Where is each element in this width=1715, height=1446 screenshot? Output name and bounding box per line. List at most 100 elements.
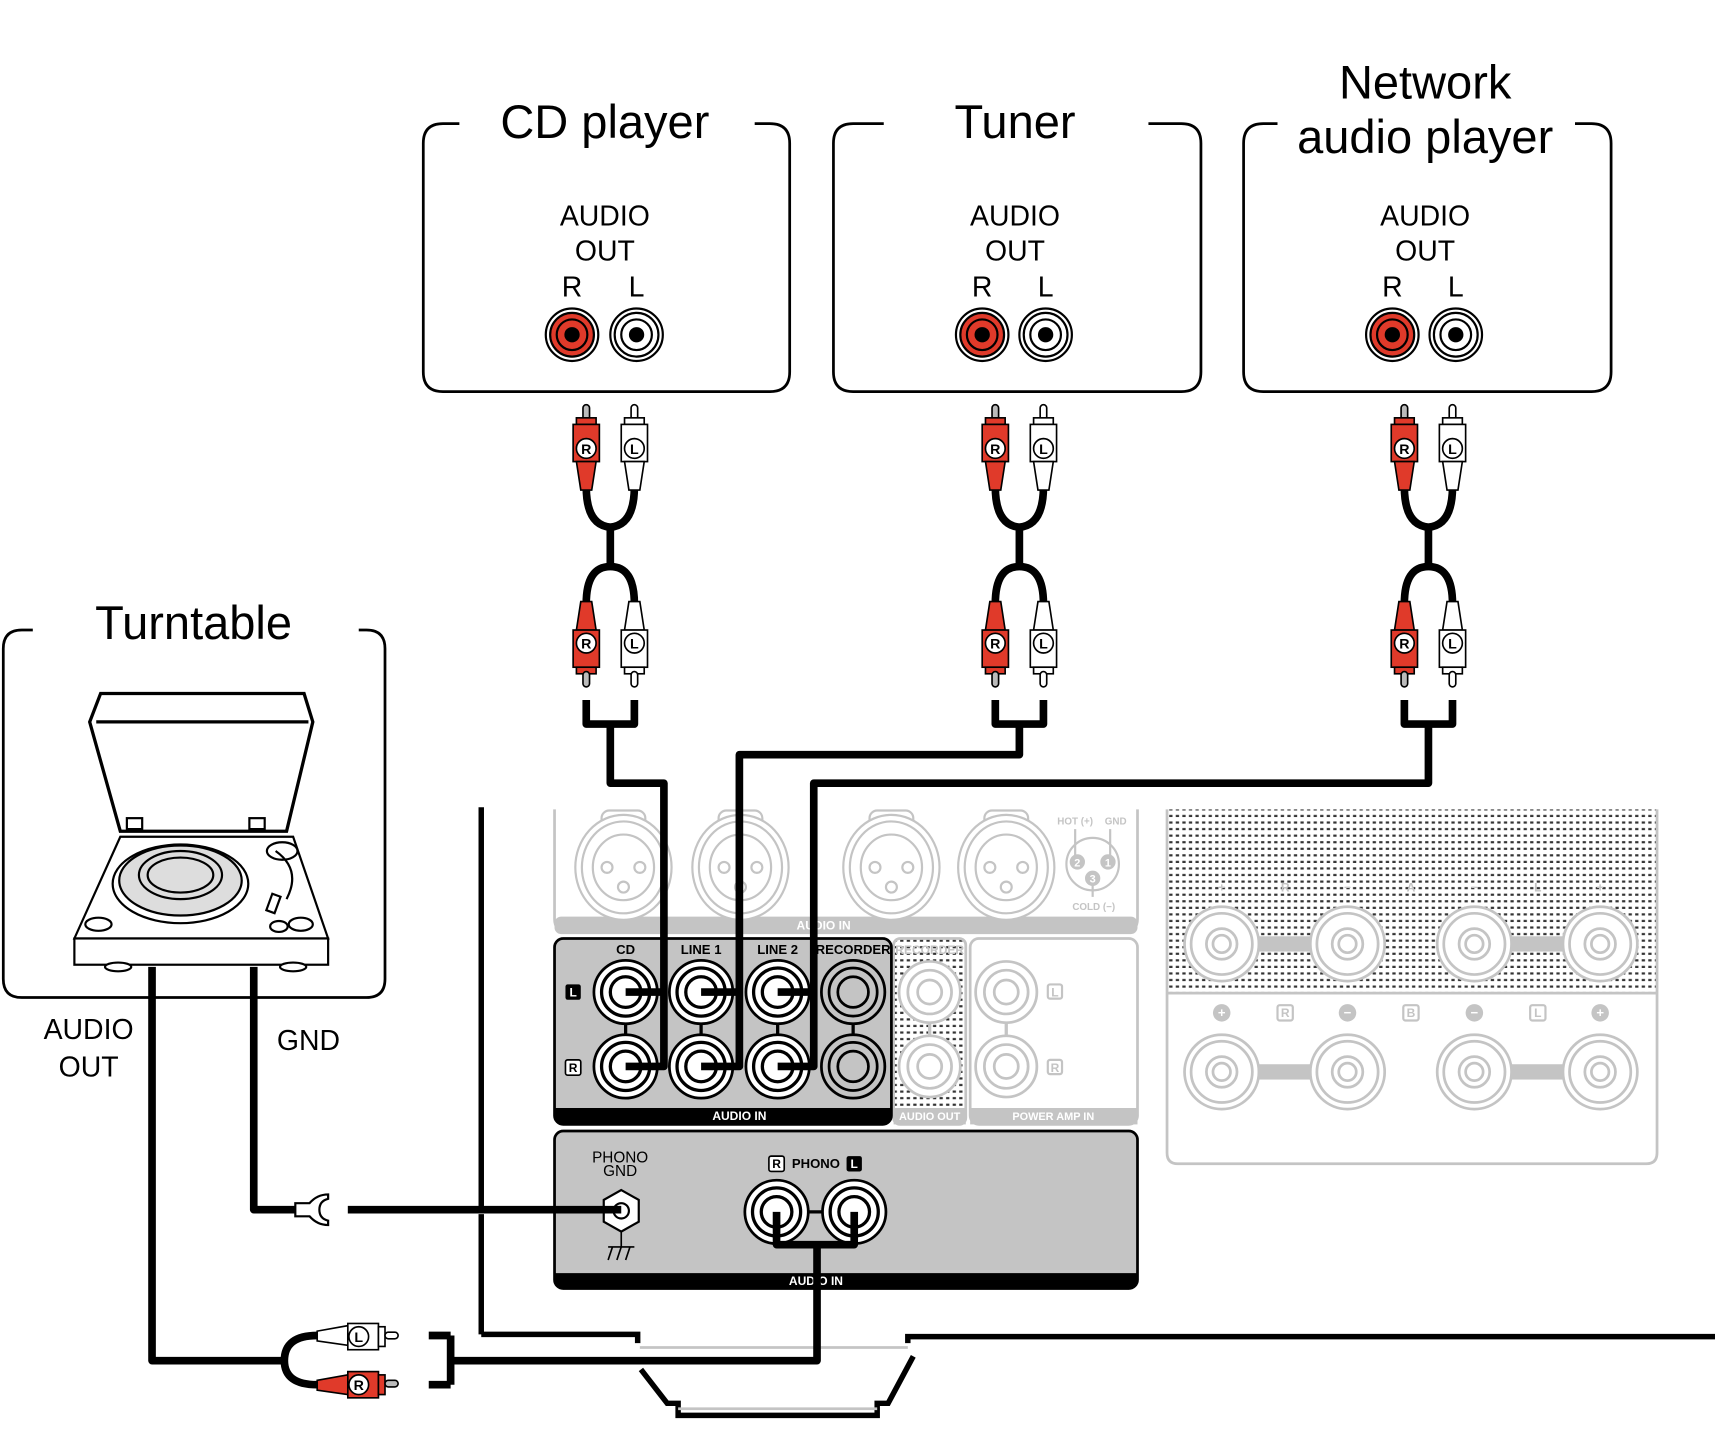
speaker-terminals-panel: + R − A − L + + R − B − L + <box>1165 809 1659 1166</box>
turntable-device: Turntable AUDIO OUT GND <box>1 596 387 1083</box>
amp-rca-audio-in-panel: AUDIO IN CD LINE 1 LINE 2 RECORDER L R <box>553 937 893 1126</box>
speaker-a-r-minus <box>1308 905 1387 983</box>
spk-a-label: + <box>1218 880 1225 894</box>
xlr-hot-label: HOT (+) <box>1057 817 1093 828</box>
power-amp-jack-l <box>974 960 1039 1025</box>
amp-power-amp-in-panel: L R POWER AMP IN <box>968 937 1139 1126</box>
input-label-line2: LINE 2 <box>757 942 798 957</box>
network-audio-label: AUDIO <box>1380 200 1470 232</box>
turntable-audio-out-label-1: AUDIO <box>44 1014 134 1046</box>
channel-r-badge: R <box>569 1061 578 1075</box>
spk-a-label: − <box>1471 880 1478 894</box>
spk-b-label: − <box>1471 1005 1479 1020</box>
tuner-l-label: L <box>1038 271 1054 303</box>
speaker-b-labels: + R − B − L + <box>1212 1004 1609 1022</box>
network-title-line1: Network <box>1339 55 1512 108</box>
xlr-jack <box>842 809 941 921</box>
phono-gnd-label-2: GND <box>603 1163 637 1180</box>
cd-jack-l <box>609 307 664 363</box>
tuner-audio-label: AUDIO <box>970 200 1060 232</box>
tuner-r-label: R <box>972 271 993 303</box>
recorder-out-jack-r <box>897 1034 962 1099</box>
spk-b-label: B <box>1407 1006 1416 1020</box>
tuner-jack-r <box>954 307 1010 363</box>
network-jack-l <box>1428 307 1484 363</box>
recorder-out-jack-l <box>897 960 962 1025</box>
tuner-title: Tuner <box>954 95 1075 148</box>
cd-l-label: L <box>629 271 645 303</box>
tt-plug-badge-r: R <box>354 1378 364 1394</box>
xlr-pin-2: 2 <box>1074 857 1080 869</box>
turntable-audio-out-label-2: OUT <box>59 1051 119 1083</box>
amp-phono-panel: AUDIO IN PHONO GND R PHONO L <box>553 1129 1139 1290</box>
turntable-rca-plugs: L R <box>316 1322 399 1399</box>
spk-b-label: R <box>1281 1006 1290 1020</box>
amp-audio-out-panel: RECORDER AUDIO OUT <box>892 937 968 1126</box>
network-title-line2: audio player <box>1297 110 1553 163</box>
phono-r-badge: R <box>772 1157 781 1171</box>
xlr-gnd-label: GND <box>1105 817 1127 828</box>
tuner-out-label: OUT <box>985 235 1045 267</box>
input-label-line1: LINE 1 <box>681 942 722 957</box>
speaker-b-r-minus <box>1308 1033 1387 1111</box>
plug-badge-l: L <box>1448 442 1457 458</box>
cd-out-label: OUT <box>575 235 635 267</box>
cd-r-label: R <box>562 271 583 303</box>
rca-audio-in-label: AUDIO IN <box>712 1109 766 1123</box>
spk-a-label: R <box>1281 880 1290 894</box>
spk-a-label: L <box>1534 880 1541 894</box>
spk-b-label: L <box>1534 1006 1541 1020</box>
speaker-a-l-minus <box>1435 905 1513 983</box>
spk-a-label: + <box>1597 880 1604 894</box>
plug-badge-r: R <box>990 442 1000 458</box>
tt-plug-badge-l: L <box>354 1330 363 1346</box>
spk-a-label: − <box>1344 880 1351 894</box>
network-player-device: Network audio player AUDIO OUT R L <box>1242 55 1613 393</box>
tuner-jack-l <box>1018 307 1073 363</box>
recorder-out-label: RECORDER <box>895 943 964 957</box>
network-l-label: L <box>1448 271 1464 303</box>
spk-b-label: + <box>1218 1005 1226 1020</box>
cd-audio-label: AUDIO <box>560 200 650 232</box>
speaker-b-r-plus <box>1183 1033 1261 1111</box>
plug-badge-l: L <box>630 637 639 653</box>
xlr-audio-in-label: AUDIO IN <box>797 919 851 933</box>
plug-badge-r: R <box>581 442 591 458</box>
network-out-label: OUT <box>1395 235 1455 267</box>
plug-badge-l: L <box>1039 442 1048 458</box>
xlr-pin-1: 1 <box>1105 857 1111 869</box>
cd-player-title: CD player <box>500 95 709 148</box>
cd-player-device: CD player AUDIO OUT R L <box>421 95 792 393</box>
speaker-b-l-minus <box>1435 1033 1513 1111</box>
power-amp-in-label: POWER AMP IN <box>1012 1111 1094 1123</box>
phono-label: PHONO <box>792 1156 840 1171</box>
power-amp-r-badge: R <box>1051 1061 1060 1075</box>
xlr-cold-label: COLD (−) <box>1072 902 1115 913</box>
gnd-spade-terminal <box>294 1193 330 1227</box>
power-amp-l-badge: L <box>1051 985 1058 999</box>
speaker-a-r-plus <box>1183 905 1261 983</box>
network-jack-r <box>1365 307 1420 363</box>
plug-badge-r: R <box>1399 637 1409 653</box>
plug-badge-l: L <box>1448 637 1457 653</box>
audio-out-label: AUDIO OUT <box>899 1111 961 1123</box>
power-amp-jack-r <box>974 1034 1039 1099</box>
turntable-gnd-label: GND <box>277 1025 340 1057</box>
connection-diagram: CD player AUDIO OUT R L Tuner AUDIO OUT … <box>1 55 1715 1419</box>
amp-xlr-panel: AUDIO IN HOT (+) GND 2 1 3 COLD (−) <box>553 809 1139 935</box>
recorder-in-jack-r[interactable] <box>820 1033 887 1100</box>
xlr-jack <box>574 809 673 921</box>
spk-b-label: + <box>1596 1005 1604 1020</box>
network-r-label: R <box>1382 271 1403 303</box>
plug-badge-r: R <box>581 637 591 653</box>
turntable-icon <box>72 691 330 973</box>
recorder-in-jack-l[interactable] <box>820 958 887 1026</box>
xlr-jack <box>957 809 1056 921</box>
speaker-b-l-plus <box>1561 1033 1639 1111</box>
xlr-pin-3: 3 <box>1090 874 1096 886</box>
channel-l-badge: L <box>569 985 576 999</box>
plug-badge-l: L <box>630 442 639 458</box>
input-label-cd: CD <box>616 942 635 957</box>
turntable-title: Turntable <box>95 596 292 649</box>
plug-badge-r: R <box>990 637 1000 653</box>
